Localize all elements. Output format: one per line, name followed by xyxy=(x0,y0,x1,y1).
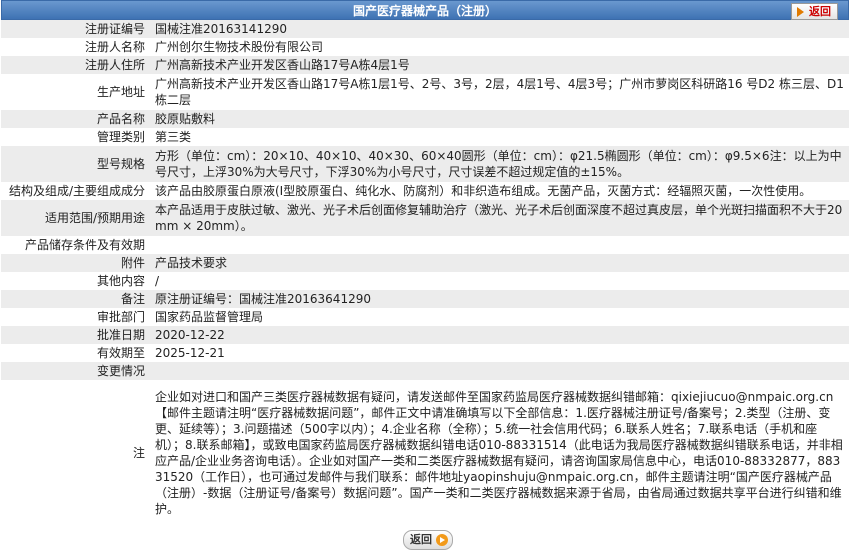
table-row: 其他内容 / xyxy=(1,272,849,290)
row-label: 审批部门 xyxy=(1,308,151,326)
table-row: 注企业如对进口和国产三类医疗器械数据有疑问，请发送邮件至国家药监局医疗器械数据纠… xyxy=(1,380,849,526)
page-title: 国产医疗器械产品（注册） xyxy=(352,4,497,18)
row-value: 国械注准20163141290 xyxy=(151,20,849,38)
row-label: 批准日期 xyxy=(1,326,151,344)
row-value: 广州高新技术产业开发区香山路17号A栋1层1号、2号、3号，2层，4层1号、4层… xyxy=(151,74,849,110)
row-label: 附件 xyxy=(1,254,151,272)
row-label: 注册人住所 xyxy=(1,56,151,74)
footer: 返回 xyxy=(1,526,849,552)
page: 国产医疗器械产品（注册） 返回 注册证编号 国械注准20163141290 注册人名… xyxy=(1,0,849,552)
row-value: 产品技术要求 xyxy=(151,254,849,272)
table-row: 附件 产品技术要求 xyxy=(1,254,849,272)
row-value: 原注册证编号：国械注准20163641290 xyxy=(151,290,849,308)
back-button-label: 返回 xyxy=(410,533,432,546)
row-label: 生产地址 xyxy=(1,74,151,110)
row-label: 注册证编号 xyxy=(1,20,151,38)
row-value xyxy=(151,236,849,254)
row-value: 方形（单位：cm）：20×10、40×10、40×30、60×40圆形（单位：c… xyxy=(151,146,849,182)
title-bar: 国产医疗器械产品（注册） 返回 xyxy=(1,0,849,20)
table-row: 变更情况 xyxy=(1,362,849,380)
row-label: 注册人名称 xyxy=(1,38,151,56)
table-row: 适用范围/预期用途 本产品适用于皮肤过敏、激光、光子术后创面修复辅助治疗（激光、光… xyxy=(1,200,849,236)
row-label: 管理类别 xyxy=(1,128,151,146)
table-row: 注册人名称 广州创尔生物技术股份有限公司 xyxy=(1,38,849,56)
table-row: 注册证编号 国械注准20163141290 xyxy=(1,20,849,38)
play-circle-icon xyxy=(436,534,448,546)
row-label: 注 xyxy=(1,380,151,526)
back-button-label: 返回 xyxy=(809,5,831,18)
row-value: 2025-12-21 xyxy=(151,344,849,362)
row-value xyxy=(151,362,849,380)
back-button-top[interactable]: 返回 xyxy=(791,3,838,20)
row-value: 本产品适用于皮肤过敏、激光、光子术后创面修复辅助治疗（激光、光子术后创面深度不超… xyxy=(151,200,849,236)
row-value: 广州高新技术产业开发区香山路17号A栋4层1号 xyxy=(151,56,849,74)
table-row: 产品名称 胶原贴敷料 xyxy=(1,110,849,128)
table-row: 注册人住所 广州高新技术产业开发区香山路17号A栋4层1号 xyxy=(1,56,849,74)
row-value: 国家药品监督管理局 xyxy=(151,308,849,326)
table-row: 备注 原注册证编号：国械注准20163641290 xyxy=(1,290,849,308)
row-label: 其他内容 xyxy=(1,272,151,290)
row-label: 有效期至 xyxy=(1,344,151,362)
row-value: 2020-12-22 xyxy=(151,326,849,344)
row-value: 该产品由胶原蛋白原液(I型胶原蛋白、纯化水、防腐剂）和非织造布组成。无菌产品，灭… xyxy=(151,182,849,200)
row-label: 产品名称 xyxy=(1,110,151,128)
row-value: / xyxy=(151,272,849,290)
table-row: 结构及组成/主要组成成分 该产品由胶原蛋白原液(I型胶原蛋白、纯化水、防腐剂）和非… xyxy=(1,182,849,200)
table-row: 批准日期 2020-12-22 xyxy=(1,326,849,344)
registration-table: 注册证编号 国械注准20163141290 注册人名称 广州创尔生物技术股份有限公司注… xyxy=(1,20,849,526)
row-value: 企业如对进口和国产三类医疗器械数据有疑问，请发送邮件至国家药监局医疗器械数据纠错… xyxy=(151,380,849,526)
row-label: 产品储存条件及有效期 xyxy=(1,236,151,254)
row-label: 适用范围/预期用途 xyxy=(1,200,151,236)
back-button-bottom[interactable]: 返回 xyxy=(403,530,453,550)
row-label: 变更情况 xyxy=(1,362,151,380)
row-value: 广州创尔生物技术股份有限公司 xyxy=(151,38,849,56)
table-row: 产品储存条件及有效期 xyxy=(1,236,849,254)
row-label: 型号规格 xyxy=(1,146,151,182)
table-row: 生产地址 广州高新技术产业开发区香山路17号A栋1层1号、2号、3号，2层，4层1… xyxy=(1,74,849,110)
row-value: 胶原贴敷料 xyxy=(151,110,849,128)
table-row: 有效期至 2025-12-21 xyxy=(1,344,849,362)
table-row: 管理类别 第三类 xyxy=(1,128,849,146)
row-value: 第三类 xyxy=(151,128,849,146)
arrow-right-icon xyxy=(797,6,804,17)
table-row: 型号规格 方形（单位：cm）：20×10、40×10、40×30、60×40圆形（… xyxy=(1,146,849,182)
row-label: 结构及组成/主要组成成分 xyxy=(1,182,151,200)
row-label: 备注 xyxy=(1,290,151,308)
table-row: 审批部门 国家药品监督管理局 xyxy=(1,308,849,326)
